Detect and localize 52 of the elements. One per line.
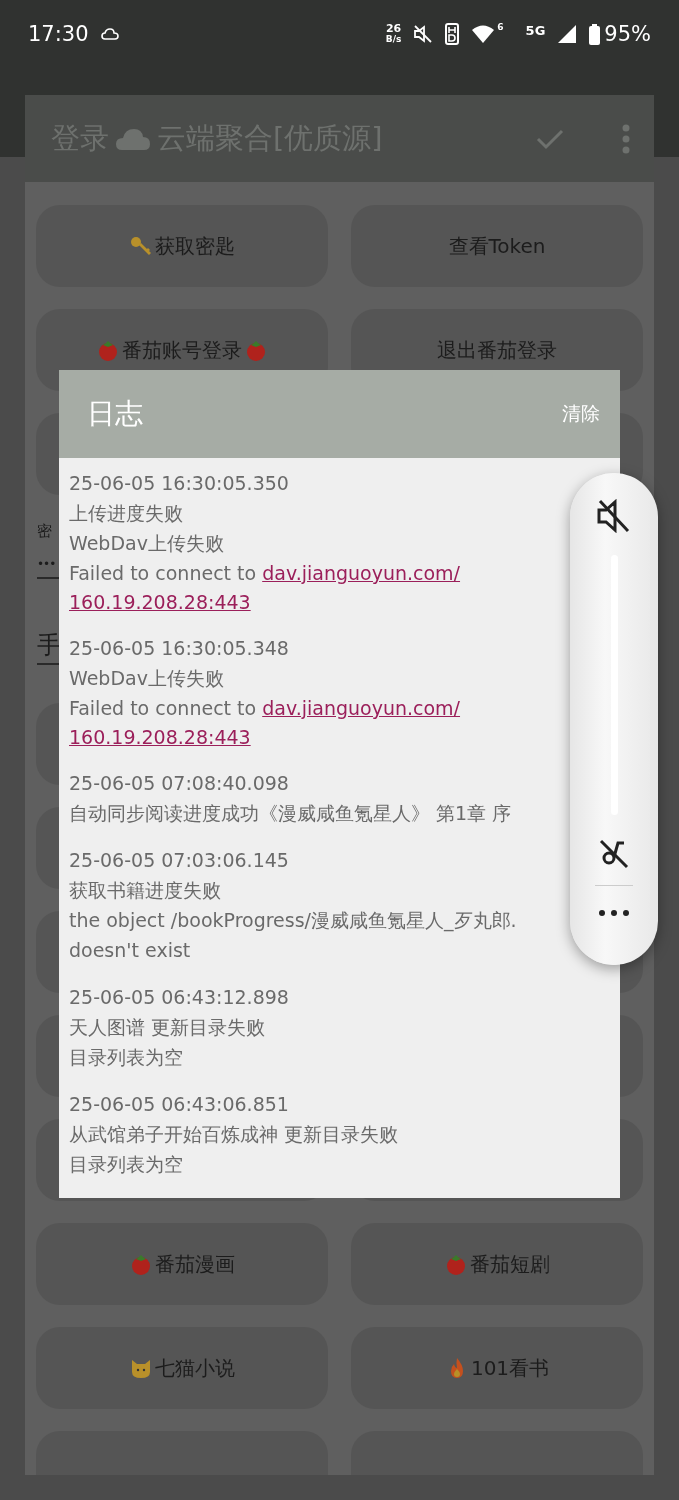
mute-icon: [413, 24, 434, 44]
log-time: 25-06-05 07:08:40.098: [69, 771, 290, 796]
tomato-icon: [129, 1252, 153, 1276]
log-message: doesn't exist: [69, 938, 192, 963]
log-message: 目录列表为空: [69, 1152, 184, 1177]
menu-button[interactable]: 查看Token: [351, 205, 643, 287]
field-label: 密: [37, 522, 52, 541]
battery-level: 95%: [604, 22, 651, 46]
tomato-icon: [244, 338, 268, 362]
log-message: the object /bookProgress/漫威咸鱼氪星人_歹丸郎.: [69, 908, 518, 934]
log-message: 自动同步阅读进度成功《漫威咸鱼氪星人》 第1章 序: [69, 801, 513, 826]
log-time: 25-06-05 06:43:06.851: [69, 1092, 290, 1117]
menu-button[interactable]: 番茄漫画: [36, 1223, 328, 1305]
menu-button[interactable]: 101看书: [351, 1327, 643, 1409]
menu-button[interactable]: 获取密匙: [36, 205, 328, 287]
log-message: 目录列表为空: [69, 1045, 184, 1070]
log-message: 获取书籍进度失败: [69, 878, 222, 903]
tomato-icon: [444, 1252, 468, 1276]
log-link[interactable]: 160.19.208.28:443: [69, 723, 251, 751]
clear-button[interactable]: 清除: [562, 401, 600, 427]
log-time: 25-06-05 07:03:06.145: [69, 848, 290, 873]
log-message: 从武馆弟子开始百炼成神 更新目录失败: [69, 1122, 400, 1147]
battery-icon: [589, 23, 601, 45]
clock: 17:30: [28, 22, 89, 46]
log-time: 25-06-05 16:30:05.350: [69, 471, 290, 496]
vibrate-off-icon[interactable]: [598, 837, 630, 869]
log-link[interactable]: 160.19.208.28:443: [69, 588, 251, 616]
network-speed: 26 B/s: [385, 24, 402, 44]
log-link[interactable]: dav.jianguoyun.com/: [262, 697, 461, 719]
tomato-icon: [96, 338, 120, 362]
log-time: 25-06-05 16:30:05.348: [69, 636, 290, 661]
log-message: WebDav上传失败: [69, 531, 225, 556]
key-icon: [129, 234, 153, 258]
log-time: 25-06-05 06:43:12.898: [69, 985, 290, 1010]
cloud-icon: [100, 27, 119, 41]
log-message: WebDav上传失败: [69, 666, 225, 691]
mute-icon[interactable]: [596, 499, 632, 533]
wifi-label: 6: [497, 22, 504, 32]
more-icon[interactable]: [599, 910, 629, 916]
menu-button[interactable]: 七猫小说: [36, 1327, 328, 1409]
log-message: 天人图谱 更新目录失败: [69, 1015, 267, 1040]
check-icon[interactable]: [536, 127, 564, 150]
log-title: 日志: [87, 396, 143, 432]
log-message: Failed to connect to: [69, 697, 258, 719]
hd-icon: [445, 23, 460, 45]
network-type: 5G: [525, 22, 546, 38]
wifi-icon: [471, 24, 496, 44]
log-message: Failed to connect to: [69, 562, 258, 584]
menu-button[interactable]: 番茄短剧: [351, 1223, 643, 1305]
log-message: 上传进度失败: [69, 501, 184, 526]
signal-icon: [557, 24, 578, 44]
log-link[interactable]: dav.jianguoyun.com/: [262, 562, 461, 584]
